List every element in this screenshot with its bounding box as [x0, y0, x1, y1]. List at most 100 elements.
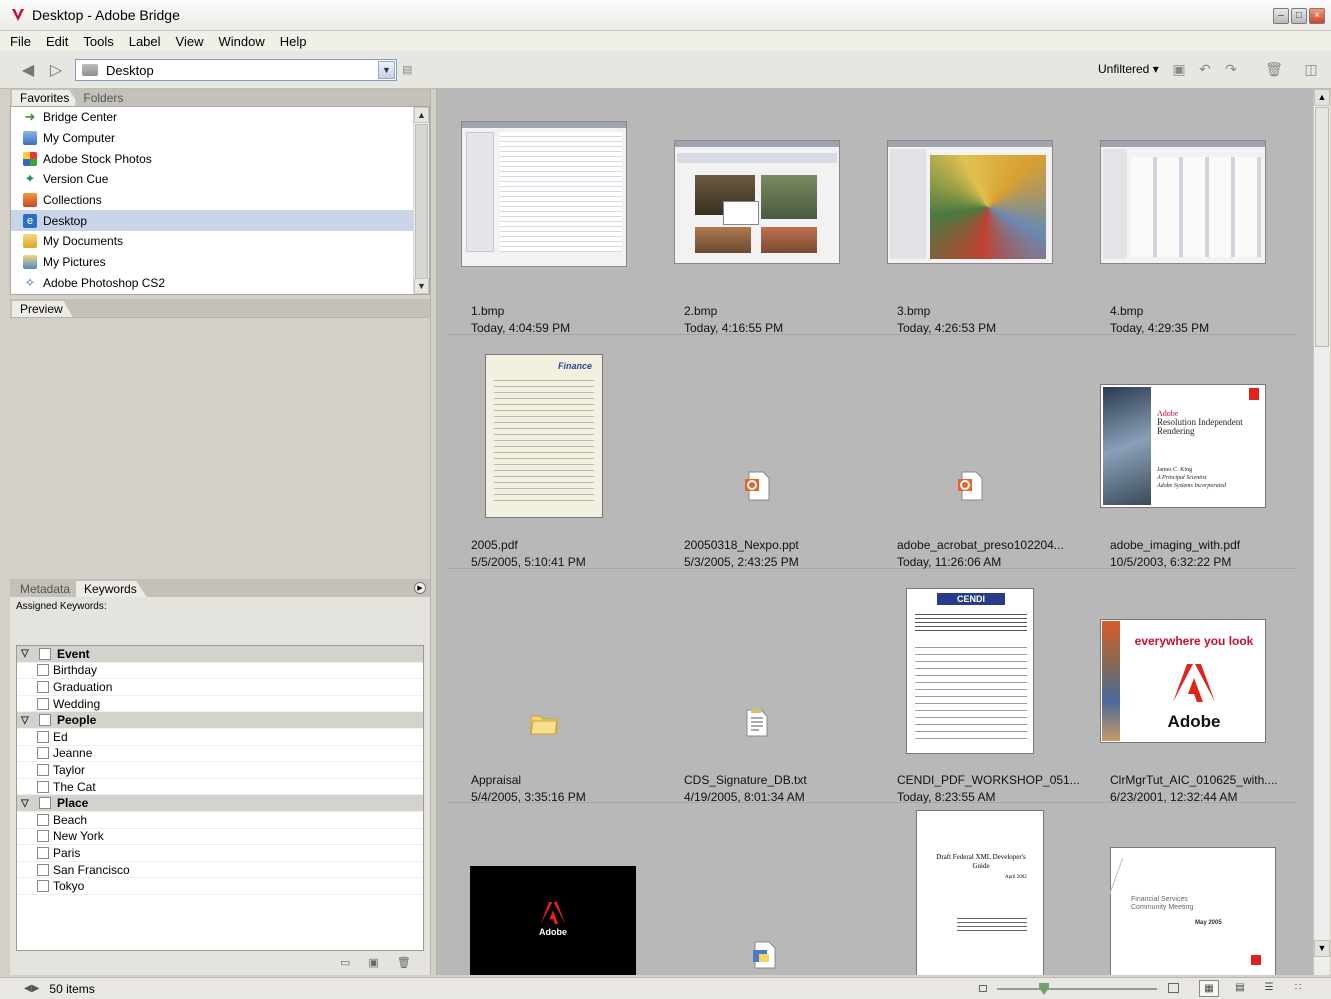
slider-knob[interactable]	[1039, 983, 1049, 995]
scroll-thumb[interactable]	[1315, 107, 1329, 347]
rotate-right-icon[interactable]: ↷	[1222, 61, 1240, 79]
go-up-folder-icon[interactable]: ▤	[402, 63, 418, 77]
keyword-checkbox[interactable]	[37, 863, 49, 876]
keyword-checkbox[interactable]	[37, 830, 49, 843]
keyword-item[interactable]: Beach	[17, 812, 423, 829]
filmstrip-view-icon[interactable]: ▤	[1230, 980, 1250, 997]
expand-triangle-icon[interactable]: ▽	[21, 648, 35, 659]
keyword-item[interactable]: Wedding	[17, 696, 423, 713]
keyword-item[interactable]: San Francisco	[17, 862, 423, 879]
maximize-button[interactable]: □	[1291, 8, 1307, 24]
scroll-down-icon[interactable]: ▼	[1314, 940, 1330, 957]
content-scrollbar[interactable]: ▲ ▼	[1313, 89, 1330, 975]
tab-favorites[interactable]: Favorites	[12, 90, 80, 106]
file-thumbnail-clrmgrtut[interactable]: everywhere you look Adobe ClrMgrTut_AIC_…	[1076, 573, 1290, 809]
expand-triangle-icon[interactable]: ▽	[21, 798, 35, 809]
keyword-item[interactable]: New York	[17, 829, 423, 846]
keyword-checkbox[interactable]	[37, 813, 49, 826]
panel-divider[interactable]	[430, 89, 437, 975]
favorite-bridge-center[interactable]: ➜ Bridge Center	[11, 107, 429, 128]
keyword-checkbox[interactable]	[37, 664, 49, 677]
file-thumbnail-cds-signature-txt[interactable]: CDS_Signature_DB.txt 4/19/2005, 8:01:34 …	[650, 573, 864, 809]
keyword-checkbox[interactable]	[37, 680, 49, 693]
file-thumbnail-document[interactable]	[650, 808, 864, 975]
file-thumbnail-4-bmp[interactable]: 4.bmp Today, 4:29:35 PM	[1076, 104, 1290, 340]
keyword-checkbox[interactable]	[37, 730, 49, 743]
keyword-checkbox[interactable]	[39, 647, 51, 660]
small-thumbnail-icon[interactable]	[979, 985, 987, 992]
toggle-panels-icon[interactable]: ◀▶	[24, 983, 39, 994]
favorite-adobe-stock-photos[interactable]: Adobe Stock Photos	[11, 148, 429, 169]
panel-menu-icon[interactable]: ▶	[414, 582, 426, 594]
tab-keywords[interactable]: Keywords	[76, 581, 147, 597]
menu-window[interactable]: Window	[218, 34, 264, 49]
thumbnail-view-icon[interactable]: ▦	[1199, 980, 1219, 997]
path-dropdown[interactable]: Desktop ▼	[75, 59, 397, 81]
menu-edit[interactable]: Edit	[46, 34, 68, 49]
keyword-item[interactable]: Jeanne	[17, 746, 423, 763]
rotate-left-icon[interactable]: ↶	[1196, 61, 1214, 79]
keyword-checkbox[interactable]	[37, 880, 49, 893]
keyword-item[interactable]: Taylor	[17, 762, 423, 779]
scroll-thumb[interactable]	[415, 124, 428, 279]
forward-arrow-icon[interactable]: ▷	[46, 61, 66, 79]
keyword-item[interactable]: Ed	[17, 729, 423, 746]
scroll-down-icon[interactable]: ▼	[414, 278, 429, 294]
back-arrow-icon[interactable]: ◀	[18, 61, 38, 79]
favorite-desktop[interactable]: e Desktop	[11, 210, 429, 232]
slider-track[interactable]	[997, 988, 1157, 990]
keyword-checkbox[interactable]	[39, 714, 51, 727]
scroll-up-icon[interactable]: ▲	[1314, 89, 1330, 106]
tab-folders[interactable]: Folders	[75, 90, 134, 106]
keyword-checkbox[interactable]	[37, 780, 49, 793]
keyword-checkbox[interactable]	[37, 747, 49, 760]
favorite-adobe-photoshop-cs2[interactable]: ✧ Adobe Photoshop CS2	[11, 273, 429, 294]
menu-help[interactable]: Help	[280, 34, 307, 49]
menu-label[interactable]: Label	[129, 34, 161, 49]
menu-view[interactable]: View	[176, 34, 204, 49]
file-thumbnail-adobe-black[interactable]: Adobe	[437, 808, 651, 975]
tab-preview[interactable]: Preview	[12, 301, 73, 317]
keyword-checkbox[interactable]	[37, 846, 49, 859]
minimize-button[interactable]: –	[1273, 8, 1289, 24]
favorite-my-documents[interactable]: My Documents	[11, 231, 429, 252]
keyword-category[interactable]: ▽ People	[17, 712, 423, 729]
details-view-icon[interactable]: ☰	[1259, 980, 1279, 997]
keyword-category[interactable]: ▽ Place	[17, 795, 423, 812]
file-thumbnail-2005-pdf[interactable]: Finance 2005.pdf 5/5/2005, 5:10:41 PM	[437, 338, 651, 574]
favorite-my-pictures[interactable]: My Pictures	[11, 252, 429, 273]
file-thumbnail-2-bmp[interactable]: 2.bmp Today, 4:16:55 PM	[650, 104, 864, 340]
file-thumbnail-adobe-imaging-pdf[interactable]: Adobe Resolution Independent Rendering J…	[1076, 338, 1290, 574]
filter-dropdown[interactable]: Unfiltered ▾	[1098, 62, 1159, 76]
favorite-version-cue[interactable]: ✦ Version Cue	[11, 169, 429, 190]
favorites-scrollbar[interactable]: ▲ ▼	[413, 107, 429, 294]
keyword-checkbox[interactable]	[37, 697, 49, 710]
tab-metadata[interactable]: Metadata	[12, 581, 81, 597]
versions-view-icon[interactable]: ∷	[1288, 980, 1308, 997]
trash-icon[interactable]: 🗑	[1265, 61, 1283, 79]
keyword-item[interactable]: Tokyo	[17, 878, 423, 895]
file-thumbnail-3-bmp[interactable]: 3.bmp Today, 4:26:53 PM	[863, 104, 1077, 340]
file-thumbnail-adobe-acrobat-preso[interactable]: adobe_acrobat_preso102204... Today, 11:2…	[863, 338, 1077, 574]
thumbnail-size-slider[interactable]	[979, 983, 1179, 995]
expand-triangle-icon[interactable]: ▽	[21, 715, 35, 726]
menu-tools[interactable]: Tools	[83, 34, 113, 49]
keyword-item[interactable]: Paris	[17, 845, 423, 862]
file-thumbnail-xml-guide[interactable]: Draft Federal XML Developer's Guide Apri…	[863, 808, 1077, 975]
scroll-up-icon[interactable]: ▲	[414, 107, 429, 123]
keyword-category[interactable]: ▽ Event	[17, 646, 423, 663]
file-thumbnail-nexpo-ppt[interactable]: 20050318_Nexpo.ppt 5/3/2005, 2:43:25 PM	[650, 338, 864, 574]
keyword-checkbox[interactable]	[37, 763, 49, 776]
close-button[interactable]: ×	[1309, 8, 1325, 24]
new-keyword-icon[interactable]: ▣	[368, 956, 378, 969]
keyword-checkbox[interactable]	[39, 797, 51, 810]
new-folder-icon[interactable]: ▣	[1170, 61, 1188, 79]
favorite-collections[interactable]: Collections	[11, 190, 429, 211]
menu-file[interactable]: File	[10, 34, 31, 49]
keyword-item[interactable]: Birthday	[17, 663, 423, 680]
new-keyword-set-icon[interactable]: ▭	[340, 956, 350, 969]
file-thumbnail-financial-services[interactable]: Financial Services Community Meeting May…	[1076, 808, 1290, 975]
favorite-my-computer[interactable]: My Computer	[11, 128, 429, 149]
compact-mode-icon[interactable]: ◫	[1302, 61, 1320, 79]
file-thumbnail-1-bmp[interactable]: 1.bmp Today, 4:04:59 PM	[437, 104, 651, 340]
